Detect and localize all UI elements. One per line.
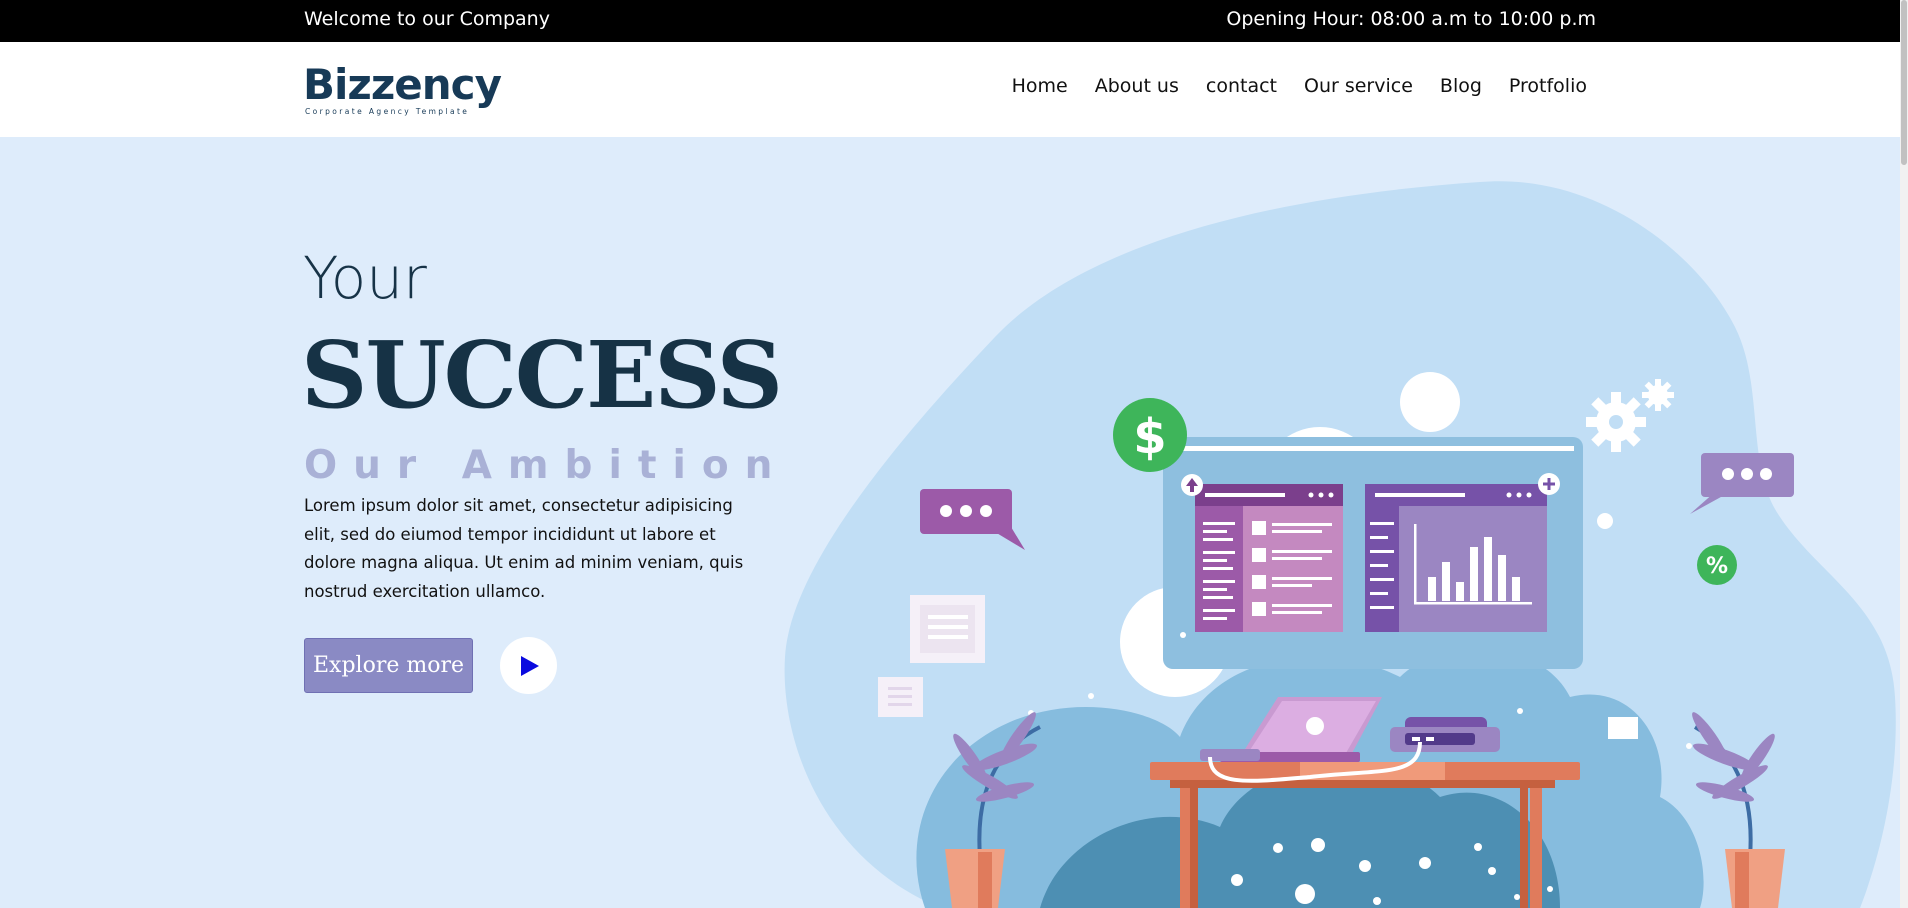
nav-blog-link[interactable]: Blog xyxy=(1440,75,1482,97)
percent-symbol: % xyxy=(1706,554,1728,579)
document-card xyxy=(910,595,985,663)
nav-portfolio-link[interactable]: Protfolio xyxy=(1509,75,1587,97)
primary-nav: Home About us contact Our service Blog P… xyxy=(1012,75,1587,97)
nav-contact-link[interactable]: contact xyxy=(1206,75,1277,97)
play-video-button[interactable] xyxy=(500,637,557,694)
panel-right-sidebar xyxy=(1365,484,1399,632)
gear-small-icon xyxy=(1642,379,1674,411)
hero-subheading-ambition: Our Ambition xyxy=(304,443,789,488)
deco-circle xyxy=(1597,513,1613,529)
gear-icon xyxy=(1586,392,1646,452)
nav-home-link[interactable]: Home xyxy=(1012,75,1068,97)
hero-heading-success: SUCCESS xyxy=(301,321,783,429)
nav-about-link[interactable]: About us xyxy=(1095,75,1179,97)
hero-description: Lorem ipsum dolor sit amet, consectetur … xyxy=(304,496,744,601)
hero-heading-your: Your xyxy=(303,244,427,312)
main-navbar: Bizzency Corporate Agency Template Home … xyxy=(0,42,1900,137)
deco-circle xyxy=(1400,372,1460,432)
document-card-small xyxy=(878,677,923,717)
deco-card xyxy=(1608,717,1638,739)
scrollbar-thumb[interactable] xyxy=(1901,0,1907,165)
brand-logo[interactable]: Bizzency Corporate Agency Template xyxy=(303,60,503,118)
router-icon xyxy=(1390,717,1500,752)
desk-leg xyxy=(1530,780,1542,908)
page-scrollbar[interactable] xyxy=(1900,0,1908,908)
hero-section: Your SUCCESS Our Ambition Lorem ipsum do… xyxy=(0,137,1900,908)
welcome-text: Welcome to our Company xyxy=(304,8,550,30)
brand-logo-text: Bizzency xyxy=(303,60,502,109)
top-bar: Welcome to our Company Opening Hour: 08:… xyxy=(0,0,1900,42)
explore-more-button[interactable]: Explore more xyxy=(304,638,473,693)
play-icon xyxy=(520,655,539,676)
opening-hours-text: Opening Hour: 08:00 a.m to 10:00 p.m xyxy=(1226,8,1596,30)
nav-service-link[interactable]: Our service xyxy=(1304,75,1413,97)
dollar-symbol: $ xyxy=(1133,409,1166,465)
brand-tagline: Corporate Agency Template xyxy=(305,107,470,116)
monitor-topline xyxy=(1172,446,1574,451)
hero-illustration: $ % xyxy=(784,181,1896,908)
